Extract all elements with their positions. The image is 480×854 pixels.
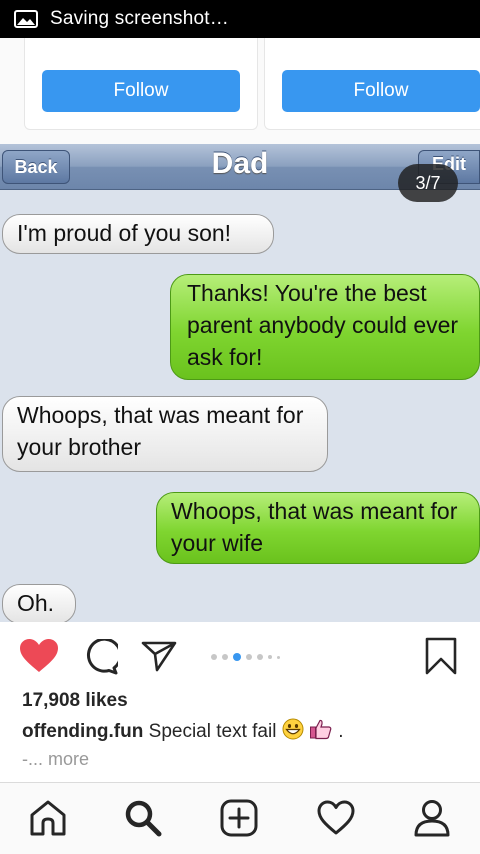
suggestion-card: Follow — [24, 38, 258, 130]
message-sent: Thanks! You're the best parent anybody c… — [170, 274, 480, 380]
grinning-face-icon — [282, 718, 304, 740]
carousel-indicator — [211, 653, 280, 661]
carousel-dot — [277, 655, 280, 659]
thumbs-up-icon — [310, 719, 332, 740]
follow-button[interactable]: Follow — [42, 70, 240, 112]
caption: offending.fun Special text fail . — [22, 718, 472, 743]
status-bar: Saving screenshot… — [0, 0, 480, 38]
message-sent: Whoops, that was meant for your wife — [156, 492, 480, 564]
carousel-dot-active — [233, 653, 241, 661]
activity-icon[interactable] — [317, 799, 355, 837]
message-received: I'm proud of you son! — [2, 214, 274, 254]
carousel-counter: 3/7 — [398, 164, 458, 202]
carousel-dot — [257, 654, 263, 660]
message-received: Oh. — [2, 584, 76, 622]
profile-icon[interactable] — [413, 799, 451, 837]
follow-button[interactable]: Follow — [282, 70, 480, 112]
message-received: Whoops, that was meant for your brother — [2, 396, 328, 472]
heart-filled-icon[interactable] — [19, 638, 59, 674]
bottom-nav — [0, 782, 480, 854]
new-post-icon[interactable] — [220, 799, 258, 837]
post-action-bar — [0, 622, 480, 690]
screenshot-icon — [14, 10, 38, 28]
likes-count[interactable]: 17,908 likes — [22, 690, 472, 712]
comment-icon[interactable] — [82, 639, 118, 675]
carousel-dot — [222, 654, 228, 660]
caption-username[interactable]: offending.fun — [22, 721, 143, 742]
carousel-dot — [268, 655, 272, 659]
home-icon[interactable] — [29, 799, 67, 837]
search-icon[interactable] — [124, 799, 162, 837]
caption-tail: . — [338, 721, 344, 742]
suggested-accounts: Follow Follow — [0, 38, 480, 144]
caption-text: Special text fail — [148, 721, 277, 742]
send-icon[interactable] — [141, 640, 177, 672]
bookmark-icon[interactable] — [425, 637, 457, 675]
post-meta: 17,908 likes offending.fun Special text … — [22, 690, 472, 770]
more-link[interactable]: -... more — [22, 749, 472, 770]
carousel-dot — [211, 654, 217, 660]
suggestion-card: Follow — [264, 38, 480, 130]
status-text: Saving screenshot… — [50, 8, 229, 29]
more-label[interactable]: ... more — [28, 749, 89, 769]
post-image[interactable]: Back Dad Edit 3/7 I'm proud of you son! … — [0, 144, 480, 622]
carousel-dot — [246, 654, 252, 660]
